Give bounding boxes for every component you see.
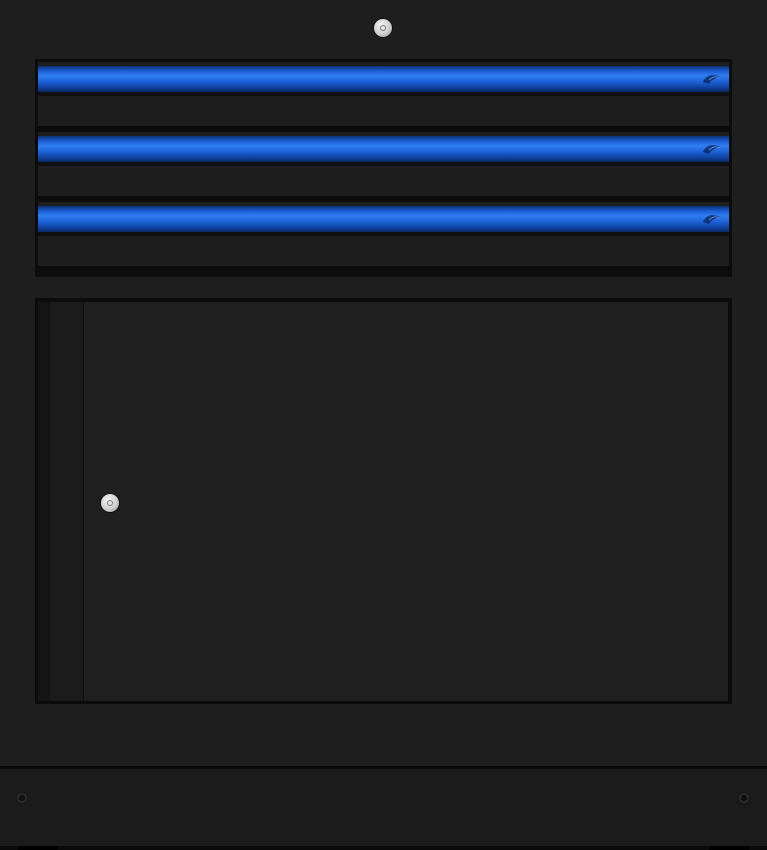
drawer-handle[interactable]: [38, 206, 729, 232]
plinth-screw-icon: [739, 793, 749, 803]
drawer-handle[interactable]: [38, 66, 729, 92]
door-hinge-strip: [38, 302, 50, 701]
drawer-1[interactable]: [38, 62, 729, 129]
drawer-handle-shadow: [38, 232, 729, 236]
brand-logo-icon: [703, 145, 721, 154]
door-lock-icon[interactable]: [101, 494, 119, 512]
tool-cabinet: [0, 0, 767, 766]
door-bay: [35, 298, 732, 704]
top-lock-icon[interactable]: [374, 19, 392, 37]
foot-pad: [709, 846, 749, 850]
drawer-2[interactable]: [38, 132, 729, 199]
drawer-handle-shadow: [38, 92, 729, 96]
foot-pad: [18, 846, 58, 850]
plinth-screw-icon: [17, 793, 27, 803]
brand-logo-icon: [703, 75, 721, 84]
cabinet-door[interactable]: [38, 302, 728, 701]
cabinet-plinth: [0, 766, 767, 846]
brand-logo-icon: [703, 215, 721, 224]
drawer-3[interactable]: [38, 202, 729, 269]
drawer-handle-shadow: [38, 162, 729, 166]
door-hinge-panel: [50, 302, 84, 701]
floor-shadow: [0, 846, 767, 850]
drawer-bay: [35, 59, 732, 277]
drawer-handle[interactable]: [38, 136, 729, 162]
